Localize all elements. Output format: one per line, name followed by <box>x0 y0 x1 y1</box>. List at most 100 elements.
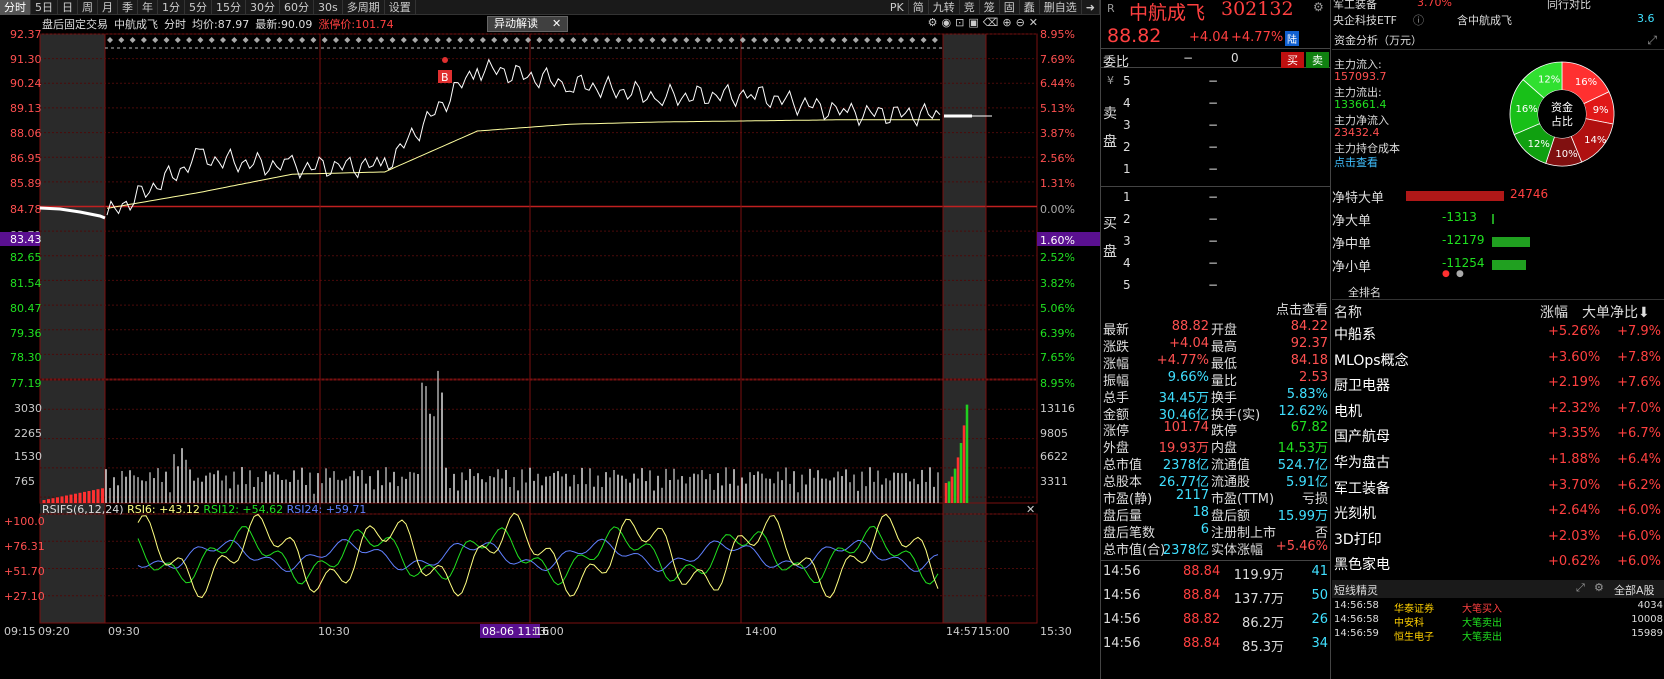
volume-tick-label: 13116 <box>1040 402 1075 415</box>
tick-list: 14:56 88.84 119.9万 41 14:56 88.84 137.7万 50 14:5… <box>1101 560 1330 679</box>
signal-markers <box>107 37 938 43</box>
price-tick-label: 77.19 <box>10 377 42 390</box>
bid-level: 5− <box>1123 278 1219 292</box>
bid-level: 3− <box>1123 234 1219 248</box>
pct-tick-label: 6.44% <box>1040 77 1075 90</box>
net-order-row: 净特大单 24746 <box>1332 187 1549 206</box>
order-book: 委比 −0 买卖 ¥ 卖盘 买盘 5−4−3−2−1−1−2−3−4−5− <box>1101 50 1330 295</box>
expand-icon[interactable]: ⤢ <box>1576 581 1585 595</box>
ranking-row[interactable]: 黑色家电 +0.62% +6.0% <box>1332 554 1664 578</box>
stats-link[interactable]: 点击查看 <box>1276 299 1328 318</box>
ranking-row[interactable]: 电机 +2.32% +7.0% <box>1332 401 1664 425</box>
quote-header: R 中航成飞 302132 ⚙ 88.82 +4.04 +4.77% 陆 <box>1101 0 1331 48</box>
close-icon[interactable]: ✕ <box>1026 503 1035 516</box>
net-order-bar <box>1492 260 1526 270</box>
avg-price-line <box>106 119 940 209</box>
sprite-row[interactable]: 14:56:58 中安科 大笔卖出 10008 <box>1332 614 1664 629</box>
pct-tick-label: 3.87% <box>1040 127 1075 140</box>
stats-row: 总股本 26.77亿 流通股 5.91亿 <box>1103 475 1328 491</box>
filter-select[interactable]: 全部A股 <box>1614 582 1655 598</box>
price-tick-label: 82.65 <box>10 251 42 264</box>
pie-label: 12% <box>1528 139 1550 150</box>
stats-row: 市盈(静) 2117 市盈(TTM) 亏损 <box>1103 488 1328 507</box>
pct-tick-label: 2.56% <box>1040 152 1075 165</box>
quote-code: 302132 <box>1221 0 1294 20</box>
app-window: 分时 5日日周月季年 1分 5分 15分 30分 60分 30s 多周期 设置 PK 简九转竞笼固蠢删… <box>0 0 1664 679</box>
settings-icon[interactable]: ⚙ <box>1594 581 1604 594</box>
column-header[interactable]: 大单净比⬇ <box>1582 302 1650 322</box>
expand-icon[interactable]: ⤢ <box>1647 33 1657 48</box>
pct-tick-label: 1.31% <box>1040 177 1075 190</box>
volume-tick-label: 765 <box>14 475 35 488</box>
stats-row: 盘后笔数 6 注册制上市否 <box>1103 521 1328 541</box>
pct-tick-label: 5.06% <box>1040 302 1075 315</box>
rsi-tick-label: +27.10 <box>4 590 45 603</box>
ranking-row[interactable]: 中船系 +5.26% +7.9% <box>1332 324 1664 348</box>
price-tick-label: 85.89 <box>10 177 42 190</box>
ranking-row[interactable]: 3D打印 +2.03% +6.0% <box>1332 529 1664 553</box>
net-order-bar <box>1492 214 1494 224</box>
volume-tick-label: 9805 <box>1040 427 1068 440</box>
settings-icon[interactable]: ⚙ <box>1313 0 1324 14</box>
price-tick-label: 88.06 <box>10 127 42 140</box>
time-tick-label: 09:30 <box>108 625 140 638</box>
funds-item[interactable]: 点击查看 <box>1334 154 1378 170</box>
bid-level: 1− <box>1123 190 1219 204</box>
info-icon: ⓘ <box>1413 14 1424 27</box>
buy-button[interactable]: 买 <box>1281 52 1304 68</box>
sprite-header: 短线精灵 ⤢ ⚙ 全部A股 <box>1332 580 1664 598</box>
pie-label: 12% <box>1538 74 1560 85</box>
column-header[interactable]: 涨幅 <box>1540 302 1568 322</box>
time-tick-label: 09:20 <box>38 625 70 638</box>
ranking-row[interactable]: 国产航母 +3.35% +6.7% <box>1332 426 1664 450</box>
pie-label: 10% <box>1555 149 1577 160</box>
net-order-bar <box>1406 191 1504 201</box>
column-header[interactable]: 名称 <box>1334 302 1362 322</box>
net-order-row: 净小单 -11254 <box>1332 254 1664 276</box>
ranking-title[interactable]: 全排名 <box>1332 284 1664 300</box>
stats-row: 最新 88.82 开盘 84.22 <box>1103 319 1328 338</box>
volume-tick-label: 6622 <box>1040 450 1068 463</box>
ask-level: 4− <box>1123 96 1219 110</box>
bid-label: 买盘 <box>1103 216 1117 260</box>
fund-analysis: 资金分析（万元） ⤢ 主力流入: 157093.7 主力流出: 133661.4 主力净流入… <box>1332 32 1664 182</box>
ranking-row[interactable]: 厨卫电器 +2.19% +7.6% <box>1332 375 1664 399</box>
ranking-row[interactable]: 军工装备 +3.70% +6.2% <box>1332 478 1664 502</box>
pie-label: 16% <box>1575 77 1597 88</box>
stats-row: 外盘 19.93万 内盘 14.53万 <box>1103 441 1328 457</box>
quote-pct: +4.77% <box>1231 30 1284 45</box>
ranking-row[interactable]: 华为盘古 +1.88% +6.4% <box>1332 452 1664 476</box>
ranking-row[interactable]: MLOps概念 +3.60% +7.8% <box>1332 350 1664 374</box>
price-tick-label: 81.54 <box>10 277 42 290</box>
volume-tick-label: 1530 <box>14 450 42 463</box>
stats-row: 涨跌 +4.04 最高 92.37 <box>1103 335 1328 355</box>
quote-change: +4.04 <box>1189 30 1229 45</box>
ranking-row[interactable]: 光刻机 +2.64% +6.0% <box>1332 503 1664 527</box>
sell-button[interactable]: 卖 <box>1306 52 1329 68</box>
pie-label: 16% <box>1515 104 1537 115</box>
rsi-tick-label: +100.0 <box>4 515 45 528</box>
stats-row: 总手 34.45万 换手 5.83% <box>1103 386 1328 406</box>
buy-badge-label: B <box>441 71 449 84</box>
post-market-shade <box>943 34 986 623</box>
ranking-header: 名称 涨幅 大单净比⬇ <box>1332 302 1664 322</box>
price-line <box>106 58 941 216</box>
price-tick-label: 86.95 <box>10 152 42 165</box>
net-order-row: 净大单 -1313 <box>1332 208 1664 230</box>
price-tick-label: 92.37 <box>10 28 42 41</box>
connect-tag: 陆 <box>1285 31 1299 46</box>
price-tick-label: 80.47 <box>10 302 42 315</box>
sprite-row[interactable]: 14:56:58 华泰证券 大笔买入 4034 <box>1332 600 1664 615</box>
sprite-row[interactable]: 14:56:59 恒生电子 大笔卖出 15989 <box>1332 628 1664 643</box>
quote-price: 88.82 <box>1107 25 1162 47</box>
funds-item: 133661.4 <box>1334 98 1387 111</box>
rsi-header: RSIFS(6,12,24) RSI6: +43.12 RSI12: +54.6… <box>42 503 366 516</box>
pct-tick-label: 1.60% <box>1040 234 1075 247</box>
svg-text:资金: 资金 <box>1551 100 1573 114</box>
short-line-sprite: 短线精灵 ⤢ ⚙ 全部A股 14:56:58 华泰证券 大笔买入 4034 14:56:58 中安… <box>1332 580 1664 679</box>
intraday-chart[interactable]: 92.37 91.30 90.24 89.13 88.06 86.95 85.89 84.78… <box>0 0 1100 679</box>
rsi-tick-label: +76.31 <box>4 540 45 553</box>
ask-level: 5− <box>1123 74 1219 88</box>
sector-ranking: 全排名名称 涨幅 大单净比⬇ 中船系 +5.26% +7.9% MLOps概念 +3.60% +… <box>1332 284 1664 580</box>
bid-level: 2− <box>1123 212 1219 226</box>
